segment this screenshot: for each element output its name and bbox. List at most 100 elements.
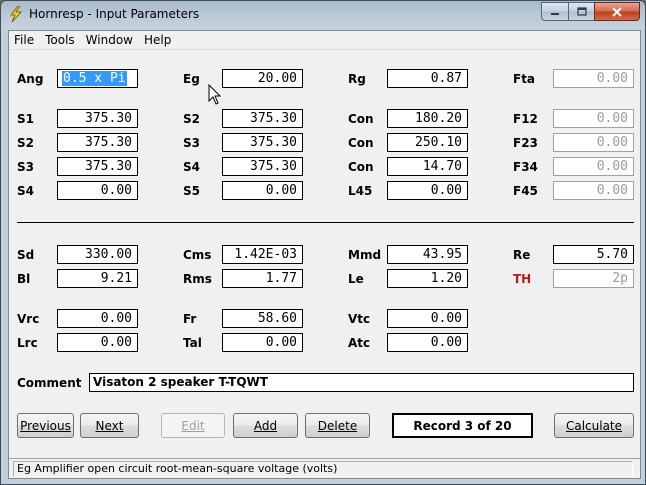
mmd-label: Mmd [348, 248, 382, 262]
menu-help[interactable]: Help [139, 31, 177, 49]
s3-label: S3 [183, 136, 200, 150]
next-button[interactable]: Next [80, 413, 139, 438]
s1-label: S1 [17, 112, 34, 126]
sd-label: Sd [17, 248, 35, 262]
delete-button[interactable]: Delete [305, 413, 370, 438]
s2-label: S2 [183, 112, 200, 126]
ang-label: Ang [17, 72, 44, 86]
sd-field[interactable]: 330.00 [57, 245, 138, 264]
s2-field[interactable]: 375.30 [222, 109, 303, 128]
ang-field[interactable]: 0.5 x Pi [57, 69, 138, 88]
f12-field: 0.00 [553, 109, 634, 128]
section-divider [17, 222, 634, 223]
maximize-button[interactable] [568, 2, 594, 21]
menu-file[interactable]: File [9, 31, 40, 49]
add-button[interactable]: Add [233, 413, 298, 438]
s4-field[interactable]: 375.30 [222, 157, 303, 176]
status-bar: Eg Amplifier open circuit root-mean-squa… [9, 458, 640, 478]
lrc-field[interactable]: 0.00 [57, 333, 138, 352]
fr-label: Fr [183, 312, 197, 326]
s1-field[interactable]: 375.30 [57, 109, 138, 128]
eg-field[interactable]: 20.00 [222, 69, 303, 88]
tal-label: Tal [183, 336, 202, 350]
f34-field: 0.00 [553, 157, 634, 176]
parameter-form: Ang 0.5 x Pi Eg 20.00 Rg 0.87 Fta 0.00 S… [9, 51, 640, 455]
f45-label: F45 [513, 184, 538, 198]
f23-label: F23 [513, 136, 538, 150]
caption-buttons [541, 2, 640, 21]
record-counter: Record 3 of 20 [392, 413, 533, 438]
re-field[interactable]: 5.70 [553, 245, 634, 264]
le-label: Le [348, 272, 364, 286]
s3-row-field[interactable]: 375.30 [57, 157, 138, 176]
s2-row-field[interactable]: 375.30 [57, 133, 138, 152]
rms-label: Rms [183, 272, 212, 286]
con3-label: Con [348, 160, 374, 174]
s3-field[interactable]: 375.30 [222, 133, 303, 152]
f45-field: 0.00 [553, 181, 634, 200]
f12-label: F12 [513, 112, 538, 126]
con1-label: Con [348, 112, 374, 126]
status-text: Eg Amplifier open circuit root-mean-squa… [13, 461, 633, 477]
fr-field[interactable]: 58.60 [222, 309, 303, 328]
bl-label: Bl [17, 272, 31, 286]
l45-field[interactable]: 0.00 [387, 181, 468, 200]
menu-bar: File Tools Window Help [9, 31, 640, 50]
s5-label: S5 [183, 184, 200, 198]
menu-tools[interactable]: Tools [40, 31, 81, 49]
vrc-label: Vrc [17, 312, 40, 326]
previous-button[interactable]: Previous [17, 413, 74, 438]
con2-field[interactable]: 250.10 [387, 133, 468, 152]
s5-field[interactable]: 0.00 [222, 181, 303, 200]
minimize-icon [551, 12, 559, 15]
comment-label: Comment [17, 376, 82, 390]
cms-field[interactable]: 1.42E-03 [222, 245, 303, 264]
vtc-label: Vtc [348, 312, 371, 326]
con3-field[interactable]: 14.70 [387, 157, 468, 176]
menu-window[interactable]: Window [81, 31, 139, 49]
s4-label: S4 [183, 160, 200, 174]
cms-label: Cms [183, 248, 212, 262]
client-area: File Tools Window Help Ang 0.5 x Pi Eg 2… [8, 30, 641, 479]
fta-field: 0.00 [553, 69, 634, 88]
mmd-field[interactable]: 43.95 [387, 245, 468, 264]
eg-label: Eg [183, 72, 200, 86]
lrc-label: Lrc [17, 336, 38, 350]
f34-label: F34 [513, 160, 538, 174]
close-icon [612, 6, 622, 17]
atc-label: Atc [348, 336, 371, 350]
comment-field[interactable]: Visaton 2 speaker T-TQWT [89, 373, 634, 392]
re-label: Re [513, 248, 531, 262]
l45-label: L45 [348, 184, 373, 198]
rg-field[interactable]: 0.87 [387, 69, 468, 88]
calculate-button[interactable]: Calculate [554, 413, 634, 438]
le-field[interactable]: 1.20 [387, 269, 468, 288]
th-label[interactable]: TH [513, 272, 531, 286]
edit-button: Edit [161, 413, 225, 438]
atc-field[interactable]: 0.00 [387, 333, 468, 352]
close-button[interactable] [594, 2, 640, 21]
maximize-icon [576, 7, 587, 16]
rg-label: Rg [348, 72, 366, 86]
vtc-field[interactable]: 0.00 [387, 309, 468, 328]
th-field: 2p [553, 269, 634, 288]
window-title: Hornresp - Input Parameters [29, 7, 200, 21]
mouse-cursor-icon [208, 84, 222, 105]
tal-field[interactable]: 0.00 [222, 333, 303, 352]
s4-row-label: S4 [17, 184, 34, 198]
rms-field[interactable]: 1.77 [222, 269, 303, 288]
con1-field[interactable]: 180.20 [387, 109, 468, 128]
bl-field[interactable]: 9.21 [57, 269, 138, 288]
fta-label: Fta [513, 72, 536, 86]
minimize-button[interactable] [541, 2, 568, 21]
vrc-field[interactable]: 0.00 [57, 309, 138, 328]
f23-field: 0.00 [553, 133, 634, 152]
title-bar[interactable]: Hornresp - Input Parameters [1, 1, 645, 29]
app-window: Hornresp - Input Parameters File Tools W… [0, 0, 646, 485]
con2-label: Con [348, 136, 374, 150]
s2-row-label: S2 [17, 136, 34, 150]
s3-row-label: S3 [17, 160, 34, 174]
s4-row-field[interactable]: 0.00 [57, 181, 138, 200]
lightning-icon [10, 6, 22, 22]
ang-value: 0.5 x Pi [62, 71, 127, 86]
